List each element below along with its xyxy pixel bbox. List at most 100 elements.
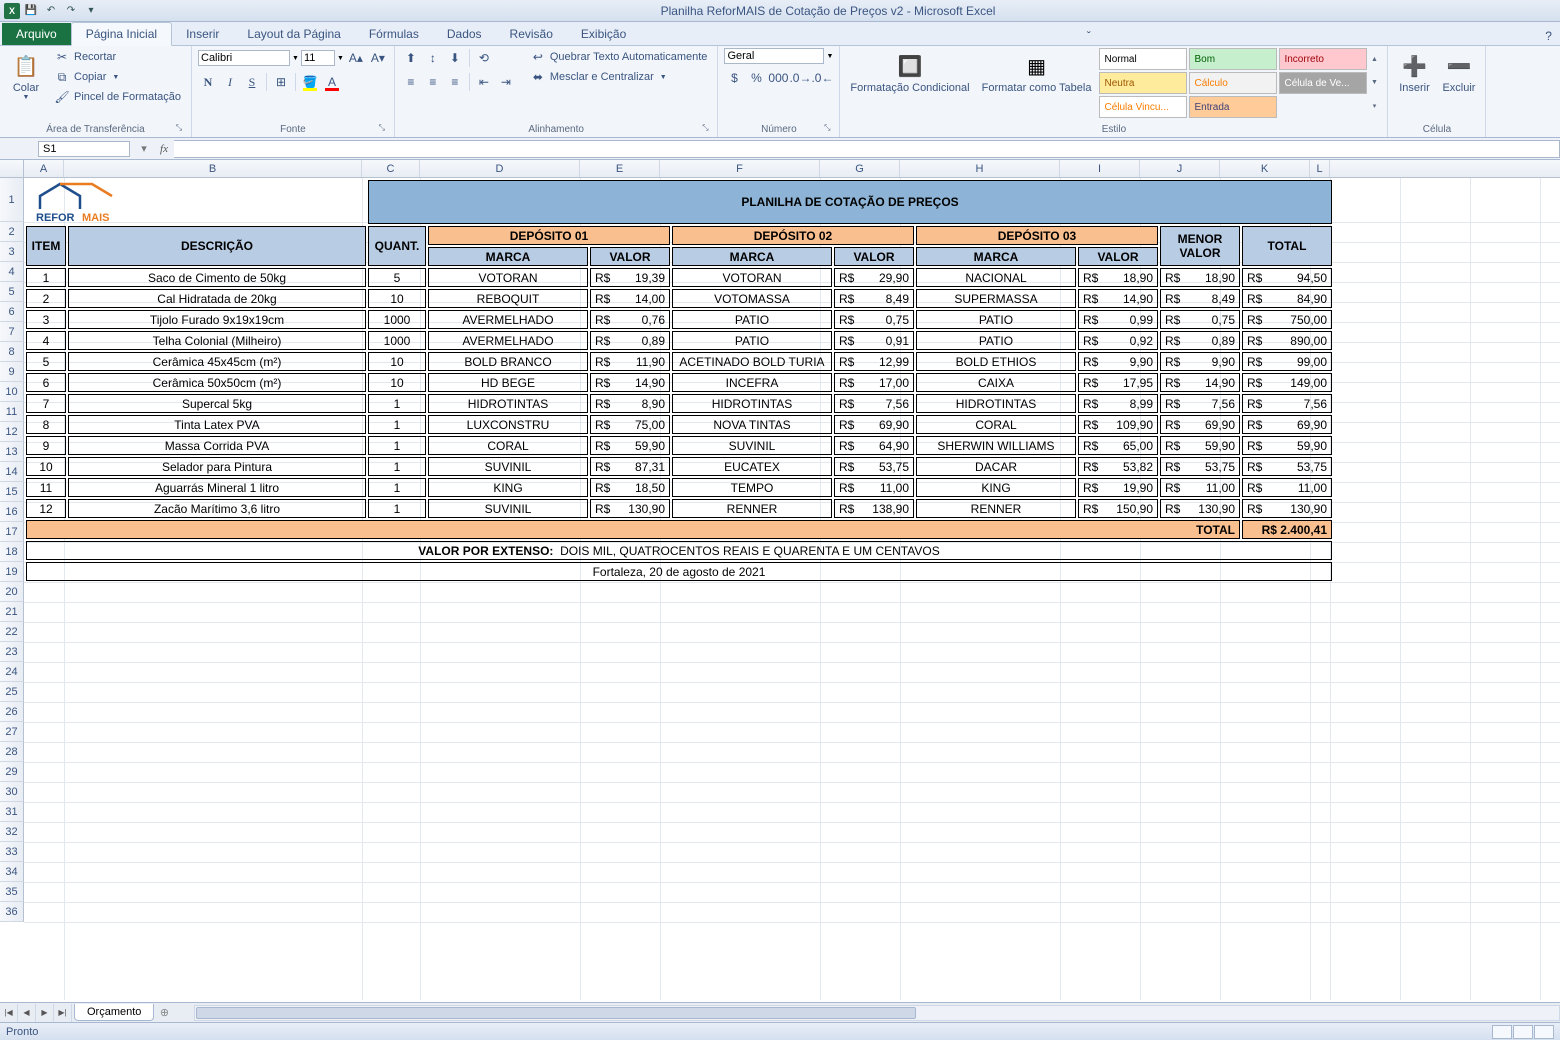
font-name-select[interactable] [198,50,290,66]
thousands-icon[interactable]: 000 [768,68,788,88]
tab-formulas[interactable]: Fórmulas [355,23,433,45]
align-middle-icon[interactable]: ↕ [423,48,443,68]
increase-font-icon[interactable]: A▴ [346,48,366,68]
conditional-formatting-button[interactable]: 🔲 Formatação Condicional [846,48,973,96]
underline-button[interactable]: S [242,72,262,92]
name-box-dropdown-icon[interactable]: ▾ [134,140,154,158]
next-sheet-icon[interactable]: ▶ [36,1004,54,1022]
font-size-select[interactable] [301,50,335,66]
column-header[interactable]: G [820,160,900,177]
dialog-launcher-icon[interactable]: ⤡ [376,123,388,135]
ribbon-minimize-icon[interactable]: ˇ [1079,27,1099,45]
increase-indent-icon[interactable]: ⇥ [496,72,516,92]
row-header[interactable]: 10 [0,382,24,402]
row-header[interactable]: 6 [0,302,24,322]
percent-icon[interactable]: % [746,68,766,88]
style-vinculada[interactable]: Célula Vincu... [1099,96,1187,118]
row-header[interactable]: 32 [0,822,24,842]
qat-dropdown-icon[interactable]: ▾ [82,2,100,20]
row-header[interactable]: 3 [0,242,24,262]
paste-button[interactable]: 📋 Colar ▼ [6,48,46,103]
merge-center-button[interactable]: ⬌Mesclar e Centralizar▼ [526,68,712,86]
decrease-font-icon[interactable]: A▾ [368,48,388,68]
row-header[interactable]: 11 [0,402,24,422]
row-header[interactable]: 19 [0,562,24,582]
decrease-decimal-icon[interactable]: .0← [812,68,832,88]
fill-color-button[interactable]: 🪣 [300,72,320,92]
italic-button[interactable]: I [220,72,240,92]
first-sheet-icon[interactable]: |◀ [0,1004,18,1022]
row-header[interactable]: 16 [0,502,24,522]
delete-cells-button[interactable]: ➖ Excluir [1438,48,1479,96]
row-header[interactable]: 2 [0,222,24,242]
row-header[interactable]: 22 [0,622,24,642]
row-header[interactable]: 33 [0,842,24,862]
align-right-icon[interactable]: ≡ [445,72,465,92]
row-header[interactable]: 13 [0,442,24,462]
tab-view[interactable]: Exibição [567,23,640,45]
row-header[interactable]: 1 [0,178,24,222]
file-tab[interactable]: Arquivo [2,23,71,45]
gallery-more-icon[interactable]: ▾ [1367,102,1381,110]
spreadsheet-grid[interactable]: ABCDEFGHIJKL 123456789101112131415161718… [0,160,1560,1000]
horizontal-scrollbar[interactable] [194,1005,1560,1021]
row-header[interactable]: 23 [0,642,24,662]
copy-button[interactable]: ⧉Copiar▼ [50,68,185,86]
formula-input[interactable] [174,140,1560,158]
page-break-view-icon[interactable] [1534,1025,1554,1039]
tab-home[interactable]: Página Inicial [71,22,172,46]
number-format-select[interactable] [724,48,824,64]
chevron-down-icon[interactable]: ▼ [337,55,344,62]
style-entrada[interactable]: Entrada [1189,96,1277,118]
dialog-launcher-icon[interactable]: ⤡ [699,123,711,135]
cut-button[interactable]: ✂Recortar [50,48,185,66]
chevron-down-icon[interactable]: ▼ [1367,79,1381,86]
column-header[interactable]: D [420,160,580,177]
row-header[interactable]: 5 [0,282,24,302]
font-color-button[interactable]: A [322,72,342,92]
column-header[interactable]: H [900,160,1060,177]
column-header[interactable]: L [1310,160,1330,177]
row-header[interactable]: 31 [0,802,24,822]
tab-data[interactable]: Dados [433,23,496,45]
row-header[interactable]: 24 [0,662,24,682]
row-header[interactable]: 12 [0,422,24,442]
undo-icon[interactable]: ↶ [42,2,60,20]
row-header[interactable]: 14 [0,462,24,482]
row-header[interactable]: 17 [0,522,24,542]
row-header[interactable]: 7 [0,322,24,342]
cells-area[interactable]: REFOR MAIS PLANILHA DE COTAÇÃO DE PREÇOS… [24,178,1560,1000]
column-header[interactable]: B [64,160,362,177]
style-calculo[interactable]: Cálculo [1189,72,1277,94]
column-header[interactable]: J [1140,160,1220,177]
column-header[interactable]: C [362,160,420,177]
align-bottom-icon[interactable]: ⬇ [445,48,465,68]
bold-button[interactable]: N [198,72,218,92]
chevron-down-icon[interactable]: ▼ [826,53,833,60]
row-header[interactable]: 36 [0,902,24,922]
tab-insert[interactable]: Inserir [172,23,233,45]
normal-view-icon[interactable] [1492,1025,1512,1039]
row-header[interactable]: 35 [0,882,24,902]
prev-sheet-icon[interactable]: ◀ [18,1004,36,1022]
row-header[interactable]: 21 [0,602,24,622]
chevron-up-icon[interactable]: ▲ [1367,56,1381,63]
tab-review[interactable]: Revisão [496,23,567,45]
wrap-text-button[interactable]: ↩Quebrar Texto Automaticamente [526,48,712,66]
row-header[interactable]: 30 [0,782,24,802]
increase-decimal-icon[interactable]: .0→ [790,68,810,88]
border-button[interactable]: ⊞ [271,72,291,92]
currency-icon[interactable]: $ [724,68,744,88]
insert-cells-button[interactable]: ➕ Inserir [1394,48,1434,96]
last-sheet-icon[interactable]: ▶| [54,1004,72,1022]
style-neutra[interactable]: Neutra [1099,72,1187,94]
dialog-launcher-icon[interactable]: ⤡ [173,123,185,135]
row-header[interactable]: 4 [0,262,24,282]
orientation-icon[interactable]: ⟲ [474,48,494,68]
page-layout-view-icon[interactable] [1513,1025,1533,1039]
column-header[interactable]: E [580,160,660,177]
redo-icon[interactable]: ↷ [62,2,80,20]
sheet-tab-active[interactable]: Orçamento [74,1004,154,1021]
style-incorreto[interactable]: Incorreto [1279,48,1367,70]
row-header[interactable]: 26 [0,702,24,722]
